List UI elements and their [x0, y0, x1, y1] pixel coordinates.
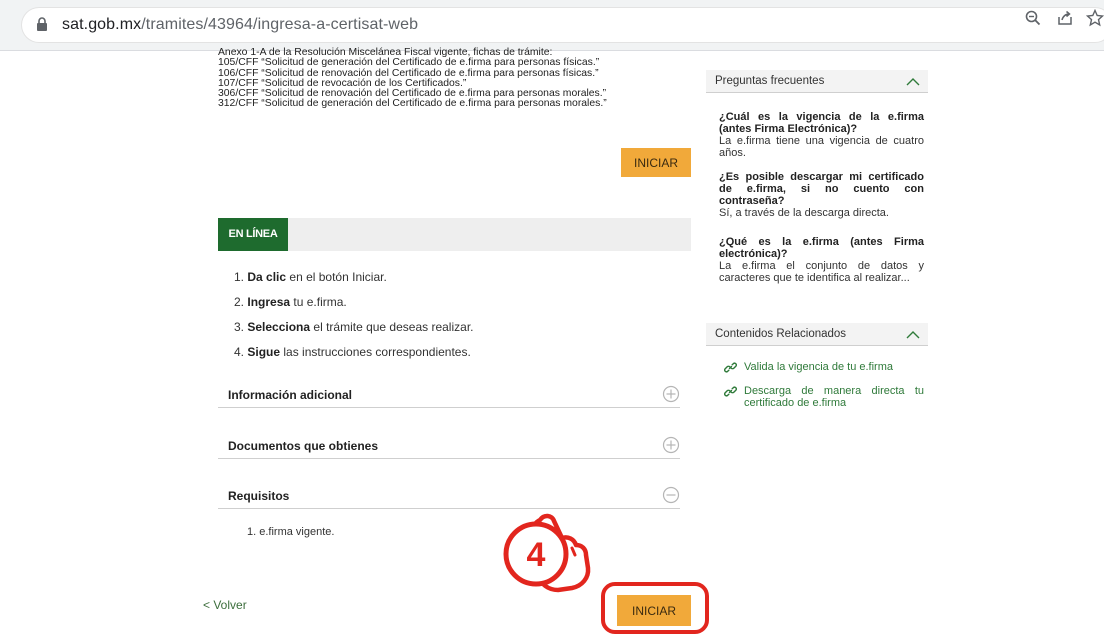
step-text: las instrucciones correspondientes.	[280, 345, 471, 359]
list-item: 2. Ingresa tu e.firma.	[234, 295, 473, 320]
minus-circle-icon[interactable]	[662, 486, 680, 509]
faq-question[interactable]: ¿Qué es la e.firma (antes Firma electrón…	[719, 236, 924, 260]
panel-title: Contenidos Relacionados	[715, 328, 847, 340]
related-panel-header[interactable]: Contenidos Relacionados	[706, 323, 928, 346]
browser-toolbar: sat.gob.mx/tramites/43964/ingresa-a-cert…	[0, 0, 1104, 51]
step-bold: Ingresa	[247, 295, 291, 309]
step-bold: Sigue	[247, 345, 281, 359]
url-path: /tramites/43964/ingresa-a-certisat-web	[141, 16, 419, 33]
accordion-label: Información adicional	[228, 388, 353, 402]
related-link[interactable]: Descarga de manera directa tu certificad…	[724, 385, 924, 409]
anexo-line: 312/CFF “Solicitud de generación del Cer…	[218, 98, 607, 110]
tab-strip	[218, 218, 691, 251]
step-bold: Da clic	[247, 270, 287, 284]
faq-item[interactable]: ¿Es posible descargar mi certificado de …	[719, 171, 924, 219]
url-host: sat.gob.mx	[62, 16, 142, 33]
plus-circle-icon[interactable]	[662, 385, 680, 408]
list-item: 4. Sigue las instrucciones correspondien…	[234, 345, 473, 370]
iniciar-button-top[interactable]: INICIAR	[621, 148, 691, 177]
step-number: 1.	[234, 270, 245, 284]
address-bar[interactable]: sat.gob.mx/tramites/43964/ingresa-a-cert…	[22, 8, 1104, 42]
accordion-label: Requisitos	[228, 489, 290, 503]
bookmark-star-icon[interactable]	[1085, 8, 1104, 32]
chevron-up-icon[interactable]	[906, 327, 920, 345]
iniciar-button-bottom[interactable]: INICIAR	[617, 595, 691, 626]
faq-question[interactable]: ¿Es posible descargar mi certificado de …	[719, 171, 924, 207]
faq-item[interactable]: ¿Cuál es la vigencia de la e.firma (ante…	[719, 111, 924, 159]
step-number: 2.	[234, 295, 245, 309]
plus-circle-icon[interactable]	[662, 436, 680, 459]
requisito-item: 1. e.firma vigente.	[247, 526, 335, 538]
faq-answer: Sí, a través de la descarga directa.	[719, 207, 889, 219]
accordion-requisitos[interactable]: Requisitos	[218, 486, 680, 509]
badge-number: 4	[527, 536, 546, 574]
step-bold: Selecciona	[247, 320, 311, 334]
list-item: 3. Selecciona el trámite que deseas real…	[234, 320, 473, 345]
faq-question[interactable]: ¿Cuál es la vigencia de la e.firma (ante…	[719, 111, 924, 135]
step-4-hand-badge: 4	[496, 512, 596, 599]
steps-list: 1. Da clic en el botón Iniciar. 2. Ingre…	[234, 270, 473, 370]
url-text[interactable]: sat.gob.mx/tramites/43964/ingresa-a-cert…	[62, 16, 418, 34]
step-number: 3.	[234, 320, 245, 334]
step-text: en el botón Iniciar.	[286, 270, 387, 284]
chevron-up-icon[interactable]	[906, 74, 920, 92]
step-text: el trámite que deseas realizar.	[310, 320, 474, 334]
zoom-icon[interactable]	[1024, 9, 1042, 32]
share-icon[interactable]	[1056, 9, 1074, 32]
accordion-label: Documentos que obtienes	[228, 439, 379, 453]
anexo-fichas-text: Anexo 1-A de la Resolución Miscelánea Fi…	[218, 47, 688, 110]
related-link-text: Descarga de manera directa tu certificad…	[744, 385, 924, 409]
faq-answer: La e.firma el conjunto de datos y caract…	[719, 260, 924, 284]
faq-panel-header[interactable]: Preguntas frecuentes	[706, 70, 928, 93]
panel-title: Preguntas frecuentes	[715, 75, 825, 87]
step-text: tu e.firma.	[290, 295, 347, 309]
tab-en-linea[interactable]: EN LÍNEA	[218, 218, 288, 251]
lock-icon[interactable]	[36, 17, 48, 37]
volver-link[interactable]: < Volver	[203, 598, 247, 612]
faq-answer: La e.firma tiene una vigencia de cuatro …	[719, 135, 924, 159]
link-icon	[724, 361, 737, 377]
list-item: 1. Da clic en el botón Iniciar.	[234, 270, 473, 295]
faq-item[interactable]: ¿Qué es la e.firma (antes Firma electrón…	[719, 236, 924, 284]
accordion-documentos-que-obtienes[interactable]: Documentos que obtienes	[218, 436, 680, 459]
related-link-text: Valida la vigencia de tu e.firma	[744, 361, 893, 373]
step-number: 4.	[234, 345, 245, 359]
link-icon	[724, 385, 737, 401]
related-link[interactable]: Valida la vigencia de tu e.firma	[724, 361, 924, 373]
accordion-informacion-adicional[interactable]: Información adicional	[218, 385, 680, 408]
